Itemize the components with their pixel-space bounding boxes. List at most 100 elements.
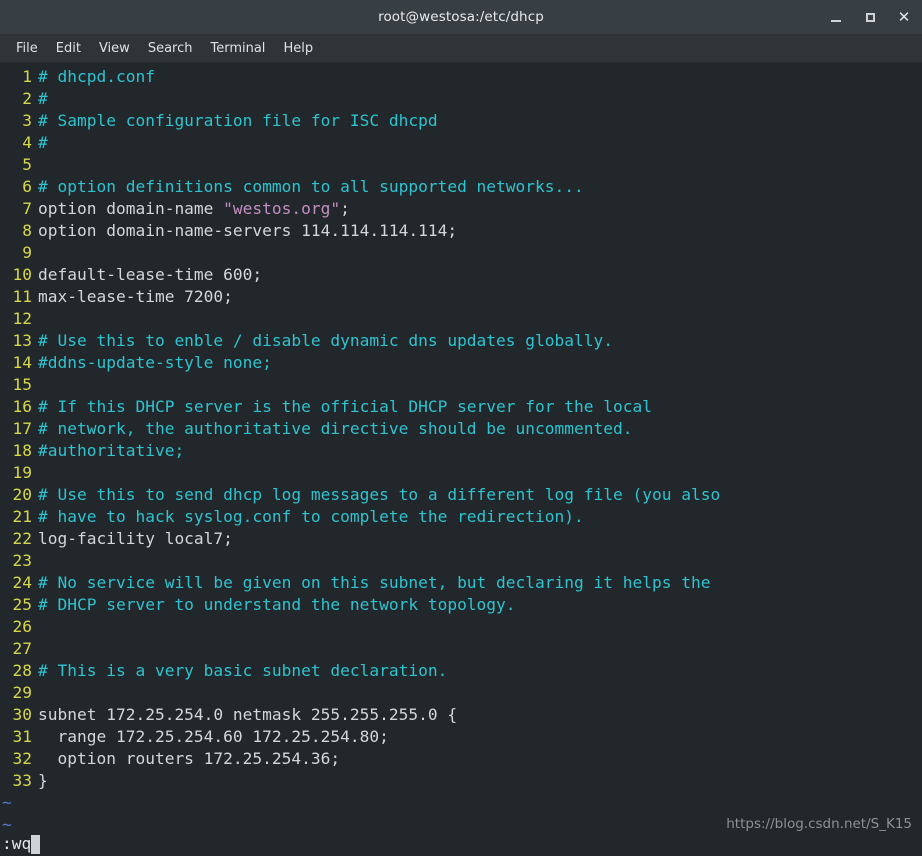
vim-status-line: :wq — [0, 832, 922, 856]
menu-item-help[interactable]: Help — [274, 40, 322, 57]
code-token: # Sample configuration file for ISC dhcp… — [38, 111, 438, 130]
line-text: # have to hack syslog.conf to complete t… — [38, 506, 584, 528]
maximize-button[interactable] — [860, 7, 880, 27]
line-text: # — [38, 88, 48, 110]
editor-line[interactable]: 12 — [0, 308, 922, 330]
line-text: # Use this to enble / disable dynamic dn… — [38, 330, 613, 352]
code-token: # — [38, 89, 48, 108]
line-number: 2 — [22, 89, 32, 108]
editor-line[interactable]: 21 # have to hack syslog.conf to complete… — [0, 506, 922, 528]
line-number: 7 — [22, 199, 32, 218]
editor-line[interactable]: 24 # No service will be given on this sub… — [0, 572, 922, 594]
line-number: 19 — [12, 463, 33, 482]
line-text: # dhcpd.conf — [38, 66, 155, 88]
editor-line[interactable]: 25 # DHCP server to understand the networ… — [0, 594, 922, 616]
menu-item-search[interactable]: Search — [139, 40, 202, 57]
editor-line[interactable]: 4 # — [0, 132, 922, 154]
line-text: #ddns-update-style none; — [38, 352, 272, 374]
editor-line[interactable]: 5 — [0, 154, 922, 176]
editor-line[interactable]: 27 — [0, 638, 922, 660]
editor-line[interactable]: 28 # This is a very basic subnet declarat… — [0, 660, 922, 682]
line-text: default-lease-time 600; — [38, 264, 262, 286]
line-number: 3 — [22, 111, 32, 130]
editor-line[interactable]: 16 # If this DHCP server is the official … — [0, 396, 922, 418]
line-number: 10 — [12, 265, 33, 284]
editor-line[interactable]: 11 max-lease-time 7200; — [0, 286, 922, 308]
menu-item-terminal[interactable]: Terminal — [201, 40, 274, 57]
line-number: 29 — [12, 683, 33, 702]
editor-line[interactable]: 18 #authoritative; — [0, 440, 922, 462]
editor-line[interactable]: 3 # Sample configuration file for ISC dhc… — [0, 110, 922, 132]
editor-line[interactable]: 23 — [0, 550, 922, 572]
code-token: default-lease-time 600; — [38, 265, 263, 284]
editor-line[interactable]: 2 # — [0, 88, 922, 110]
editor-line[interactable]: 19 — [0, 462, 922, 484]
editor-line[interactable]: 31 range 172.25.254.60 172.25.254.80; — [0, 726, 922, 748]
text-cursor — [31, 834, 41, 854]
line-number: 23 — [12, 551, 33, 570]
line-number: 26 — [12, 617, 33, 636]
line-text: subnet 172.25.254.0 netmask 255.255.255.… — [38, 704, 457, 726]
line-number: 4 — [22, 133, 32, 152]
line-number: 21 — [12, 507, 33, 526]
code-token: } — [38, 771, 48, 790]
terminal-body[interactable]: 1 # dhcpd.conf 2 #3 # Sample configuration f… — [0, 63, 922, 856]
title-bar[interactable]: root@westosa:/etc/dhcp ✕ — [0, 0, 922, 35]
code-token: range 172.25.254.60 172.25.254.80; — [38, 727, 389, 746]
line-number: 12 — [12, 309, 33, 328]
code-token: #authoritative; — [38, 441, 185, 460]
editor-line[interactable]: 7 option domain-name "westos.org"; — [0, 198, 922, 220]
line-text: #authoritative; — [38, 440, 184, 462]
menu-bar: File Edit View Search Terminal Help — [0, 35, 922, 63]
editor-line[interactable]: 30 subnet 172.25.254.0 netmask 255.255.25… — [0, 704, 922, 726]
code-token: # If this DHCP server is the official DH… — [38, 397, 652, 416]
line-text: # Use this to send dhcp log messages to … — [38, 484, 720, 506]
code-token: # — [38, 133, 48, 152]
code-token: #ddns-update-style none; — [38, 353, 272, 372]
line-number: 27 — [12, 639, 33, 658]
editor-line[interactable]: 14 #ddns-update-style none; — [0, 352, 922, 374]
editor-line[interactable]: 29 — [0, 682, 922, 704]
editor-line[interactable]: 9 — [0, 242, 922, 264]
code-token: "westos.org" — [223, 199, 341, 218]
editor-line[interactable]: 13 # Use this to enble / disable dynamic … — [0, 330, 922, 352]
editor-line[interactable]: 20 # Use this to send dhcp log messages t… — [0, 484, 922, 506]
line-number: 17 — [12, 419, 33, 438]
close-button[interactable]: ✕ — [894, 7, 914, 27]
code-token: # Use this to send dhcp log messages to … — [38, 485, 721, 504]
menu-item-file[interactable]: File — [7, 40, 47, 57]
code-token: # network, the authoritative directive s… — [38, 419, 633, 438]
close-icon: ✕ — [897, 7, 911, 26]
editor-line[interactable]: 26 — [0, 616, 922, 638]
line-number: 24 — [12, 573, 33, 592]
line-text: # — [38, 132, 48, 154]
code-token: log-facility local7; — [38, 529, 233, 548]
editor-buffer[interactable]: 1 # dhcpd.conf 2 #3 # Sample configuration f… — [0, 66, 922, 792]
minimize-button[interactable] — [826, 7, 846, 27]
tilde-filler-row: ~ — [2, 793, 12, 812]
editor-line[interactable]: 10 default-lease-time 600; — [0, 264, 922, 286]
line-number: 28 — [12, 661, 33, 680]
menu-item-view[interactable]: View — [90, 40, 139, 57]
line-number: 31 — [12, 727, 33, 746]
editor-line[interactable]: 1 # dhcpd.conf — [0, 66, 922, 88]
editor-line[interactable]: 33} — [0, 770, 922, 792]
editor-line[interactable]: 8 option domain-name-servers 114.114.114.… — [0, 220, 922, 242]
editor-line[interactable]: 17 # network, the authoritative directive… — [0, 418, 922, 440]
editor-line[interactable]: 32 option routers 172.25.254.36; — [0, 748, 922, 770]
line-text: # This is a very basic subnet declaratio… — [38, 660, 447, 682]
menu-item-edit[interactable]: Edit — [47, 40, 90, 57]
line-number: 33 — [12, 771, 33, 790]
maximize-icon — [865, 12, 875, 22]
code-token: option routers 172.25.254.36; — [38, 749, 341, 768]
watermark: https://blog.csdn.net/S_K15 — [726, 816, 912, 832]
editor-line[interactable]: 22 log-facility local7; — [0, 528, 922, 550]
code-token: subnet 172.25.254.0 netmask 255.255.255.… — [38, 705, 458, 724]
minimize-icon — [831, 19, 841, 22]
code-token: # No service will be given on this subne… — [38, 573, 711, 592]
editor-line[interactable]: 15 — [0, 374, 922, 396]
line-text: # Sample configuration file for ISC dhcp… — [38, 110, 438, 132]
line-number: 11 — [12, 287, 33, 306]
editor-line[interactable]: 6 # option definitions common to all supp… — [0, 176, 922, 198]
line-number: 16 — [12, 397, 33, 416]
